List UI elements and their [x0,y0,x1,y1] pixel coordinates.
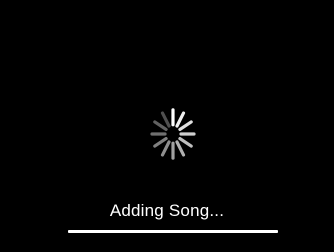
spinner-spoke [178,136,193,148]
spinner-spoke [175,140,186,157]
adding-song-screen: Adding Song... [0,0,334,252]
spinner-spoke [153,120,168,132]
progress-bar-fill [68,230,278,233]
status-label: Adding Song... [109,201,225,220]
spinner-spoke [160,140,171,157]
activity-spinner-icon [150,108,196,160]
progress-bar [68,230,278,233]
spinner-spoke [153,136,168,148]
spinner-spoke [175,111,186,128]
spinner-spoke [178,120,193,132]
spinner-spoke [160,111,171,128]
